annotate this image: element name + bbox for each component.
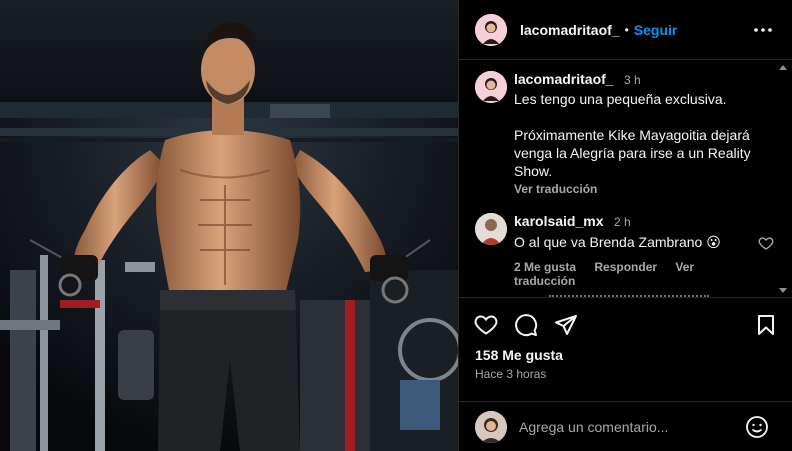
post-side-panel: lacomadritaof_ • Seguir lacomadritaof_ 3… [458,0,792,451]
comment-heart-icon[interactable] [758,235,774,251]
caption-username[interactable]: lacomadritaof_ [514,71,614,87]
author-username[interactable]: lacomadritaof_ [520,22,620,38]
caption-translate-link[interactable]: Ver traducción [514,182,597,196]
caption-line-2: Próximamente Kike Mayagoitia dejará veng… [514,127,751,179]
caption-avatar[interactable] [475,71,507,103]
comment-likes-count[interactable]: 2 Me gusta [514,260,576,274]
comment-reply-button[interactable]: Responder [594,260,657,274]
scroll-up-arrow-icon[interactable] [779,65,787,70]
more-horizontal-icon[interactable] [752,19,774,41]
likes-count[interactable]: 158 Me gusta [475,347,563,363]
instagram-post-modal: lacomadritaof_ • Seguir lacomadritaof_ 3… [0,0,792,451]
post-photo[interactable] [0,0,458,451]
viewer-avatar [475,411,507,443]
comment-input[interactable] [519,417,739,437]
comment-time: 2 h [613,215,631,229]
follow-button[interactable]: Seguir [634,22,678,38]
comments-scrollbar[interactable] [777,62,789,296]
header-separator: • [624,22,629,37]
comment-icon[interactable] [514,313,538,337]
heart-icon[interactable] [474,313,498,337]
share-icon[interactable] [554,313,578,337]
caption-line-1: Les tengo una pequeña exclusiva. [514,91,727,107]
caption-time: 3 h [624,73,641,87]
gym-photo [0,0,458,451]
scroll-down-arrow-icon[interactable] [779,288,787,293]
emoji-icon[interactable] [745,415,769,439]
add-comment-bar [459,401,792,451]
save-icon[interactable] [754,313,778,337]
post-header: lacomadritaof_ • Seguir [459,0,792,60]
comment-text: O al que va Brenda Zambrano 😮 [514,234,721,250]
author-avatar[interactable] [475,13,507,46]
commenter-username[interactable]: karolsaid_mx [514,213,604,229]
post-timestamp: Hace 3 horas [475,367,547,381]
post-actions: 158 Me gusta Hace 3 horas [459,297,792,401]
commenter-avatar[interactable] [475,213,507,245]
comments-list[interactable]: lacomadritaof_ 3 h Les tengo una pequeña… [459,61,792,297]
